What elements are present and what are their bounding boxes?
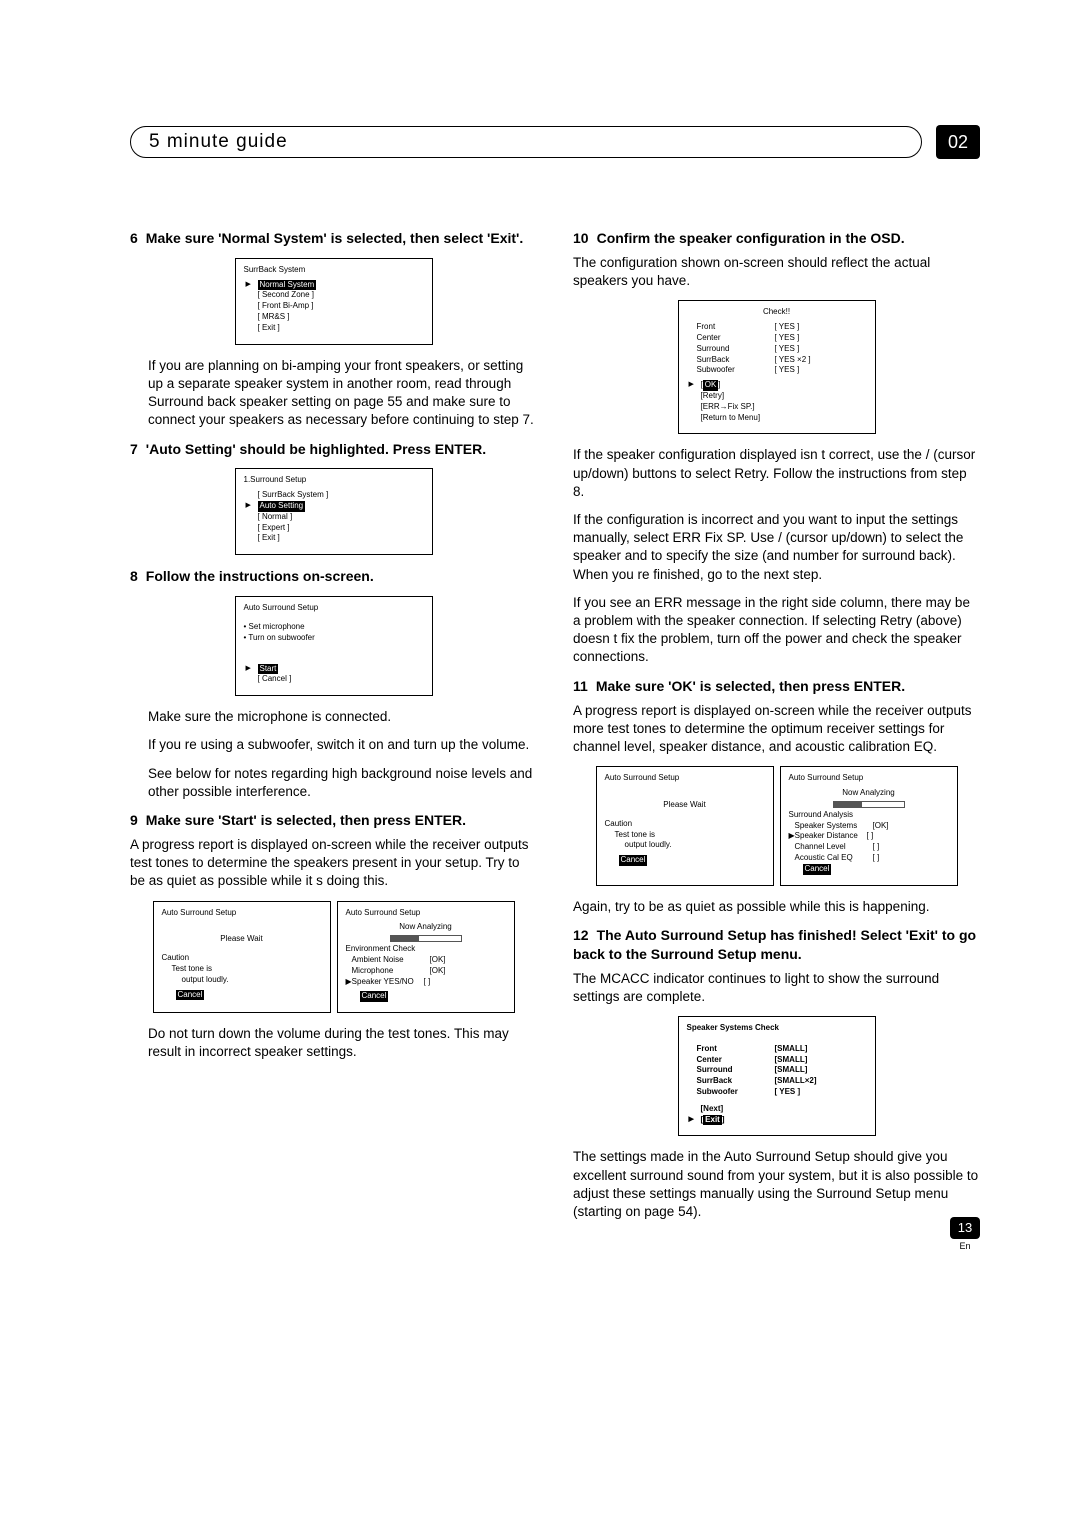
left-column: 6Make sure 'Normal System' is selected, … [130, 229, 537, 1231]
table-row: Surround[SMALL] [687, 1065, 867, 1076]
osd-surrback-system: SurrBack System Normal System Second Zon… [235, 258, 433, 345]
text: The MCACC indicator continues to light t… [573, 970, 980, 1006]
step-6-note: If you are planning on bi-amping your fr… [130, 357, 537, 430]
text: A progress report is displayed on-screen… [130, 836, 537, 891]
osd-speaker-systems-check: Speaker Systems Check Front[SMALL] Cente… [678, 1016, 876, 1136]
osd-line: Now Analyzing [346, 922, 506, 933]
osd-title: Auto Surround Setup [605, 773, 765, 784]
osd-line: Please Wait [605, 800, 765, 811]
osd-line: Environment Check [346, 944, 506, 955]
chapter-badge: 02 [936, 125, 980, 159]
osd-item-normal-system[interactable]: Normal System [244, 280, 424, 291]
osd-cancel-button[interactable]: Cancel [789, 864, 949, 875]
text: A progress report is displayed on-screen… [573, 702, 980, 757]
osd-pair-step9: Auto Surround Setup Please Wait Caution … [130, 901, 537, 1014]
osd-line: Turn on subwoofer [244, 633, 424, 644]
page-number-value: 13 [950, 1217, 980, 1239]
text: The configuration shown on-screen should… [573, 254, 980, 290]
page-number: 13 En [950, 1217, 980, 1251]
step-7-head: 7'Auto Setting' should be highlighted. P… [130, 440, 537, 459]
step-8-head: 8Follow the instructions on-screen. [130, 567, 537, 586]
progress-bar [390, 935, 462, 942]
osd-title: Check!! [687, 307, 867, 318]
osd-item-auto-setting[interactable]: Auto Setting [244, 501, 424, 512]
osd-cancel-button[interactable]: Cancel [605, 855, 765, 866]
osd-line: Test tone is [605, 830, 765, 841]
osd-exit-button[interactable]: [Exit] [687, 1115, 867, 1126]
step-6-head: 6Make sure 'Normal System' is selected, … [130, 229, 537, 248]
osd-surround-analysis: Auto Surround Setup Now Analyzing Surrou… [780, 766, 958, 885]
osd-please-wait: Auto Surround Setup Please Wait Caution … [153, 901, 331, 1014]
osd-line: output loudly. [162, 975, 322, 986]
osd-line: Set microphone [244, 622, 424, 633]
osd-line: Caution [162, 953, 322, 964]
osd-line: Please Wait [162, 934, 322, 945]
osd-start-button[interactable]: Start [244, 664, 424, 675]
table-row: Center[ YES ] [687, 333, 867, 344]
table-row: SurrBack[SMALL×2] [687, 1076, 867, 1087]
text: Make sure the microphone is connected. [130, 708, 537, 726]
osd-line: Caution [605, 819, 765, 830]
osd-next-button[interactable]: [Next] [687, 1104, 867, 1115]
text: If the speaker configuration displayed i… [573, 446, 980, 501]
osd-pair-step11: Auto Surround Setup Please Wait Caution … [573, 766, 980, 885]
osd-item-second-zone[interactable]: Second Zone [244, 290, 424, 301]
page: 5 minute guide 02 6Make sure 'Normal Sys… [0, 0, 1080, 1291]
osd-item-surrback[interactable]: SurrBack System [244, 490, 424, 501]
table-row: Subwoofer[ YES ] [687, 365, 867, 376]
step-9-head: 9Make sure 'Start' is selected, then pre… [130, 811, 537, 830]
osd-item-mrs[interactable]: MR&S [244, 312, 424, 323]
osd-please-wait: Auto Surround Setup Please Wait Caution … [596, 766, 774, 885]
step-10-head: 10Confirm the speaker configuration in t… [573, 229, 980, 248]
osd-cancel-button[interactable]: Cancel [346, 991, 506, 1002]
step-11-head: 11Make sure 'OK' is selected, then press… [573, 677, 980, 696]
page-lang: En [950, 1241, 980, 1251]
osd-line: Now Analyzing [789, 788, 949, 799]
text: The settings made in the Auto Surround S… [573, 1148, 980, 1221]
osd-title: SurrBack System [244, 265, 424, 276]
osd-line: output loudly. [605, 840, 765, 851]
osd-surround-setup: 1.Surround Setup SurrBack System Auto Se… [235, 468, 433, 555]
osd-title: Speaker Systems Check [687, 1023, 867, 1034]
osd-errfix-button[interactable]: [ERR→Fix SP.] [687, 402, 867, 413]
text: If you re using a subwoofer, switch it o… [130, 736, 537, 754]
osd-ok-button[interactable]: [OK] [687, 380, 867, 391]
text: Again, try to be as quiet as possible wh… [573, 898, 980, 916]
osd-title: Auto Surround Setup [244, 603, 424, 614]
osd-return-button[interactable]: [Return to Menu] [687, 413, 867, 424]
osd-cancel-button[interactable]: Cancel [162, 990, 322, 1001]
progress-bar [833, 801, 905, 808]
text: Do not turn down the volume during the t… [130, 1025, 537, 1061]
table-row: Subwoofer[ YES ] [687, 1087, 867, 1098]
osd-auto-surround-setup-instr: Auto Surround Setup Set microphone Turn … [235, 596, 433, 696]
osd-line: Test tone is [162, 964, 322, 975]
text: See below for notes regarding high backg… [130, 765, 537, 801]
osd-item-expert[interactable]: Expert [244, 523, 424, 534]
osd-now-analyzing: Auto Surround Setup Now Analyzing Enviro… [337, 901, 515, 1014]
osd-retry-button[interactable]: [Retry] [687, 391, 867, 402]
text: If you see an ERR message in the right s… [573, 594, 980, 667]
table-row: Center[SMALL] [687, 1055, 867, 1066]
table-row: SurrBack[ YES ×2 ] [687, 355, 867, 366]
osd-line: Surround Analysis [789, 810, 949, 821]
osd-item-exit[interactable]: Exit [244, 533, 424, 544]
osd-title: 1.Surround Setup [244, 475, 424, 486]
step-12-head: 12The Auto Surround Setup has finished! … [573, 926, 980, 964]
right-column: 10Confirm the speaker configuration in t… [573, 229, 980, 1231]
table-row: Front[SMALL] [687, 1044, 867, 1055]
text: If the configuration is incorrect and yo… [573, 511, 980, 584]
osd-item-exit[interactable]: Exit [244, 323, 424, 334]
section-title: 5 minute guide [130, 126, 922, 158]
osd-check: Check!! Front[ YES ] Center[ YES ] Surro… [678, 300, 876, 434]
table-row: Front[ YES ] [687, 322, 867, 333]
osd-item-front-biamp[interactable]: Front Bi-Amp [244, 301, 424, 312]
table-row: Surround[ YES ] [687, 344, 867, 355]
header-row: 5 minute guide 02 [130, 125, 980, 159]
osd-cancel-button[interactable]: Cancel [244, 674, 424, 685]
osd-item-normal[interactable]: Normal [244, 512, 424, 523]
osd-title: Auto Surround Setup [346, 908, 506, 919]
osd-title: Auto Surround Setup [162, 908, 322, 919]
osd-title: Auto Surround Setup [789, 773, 949, 784]
